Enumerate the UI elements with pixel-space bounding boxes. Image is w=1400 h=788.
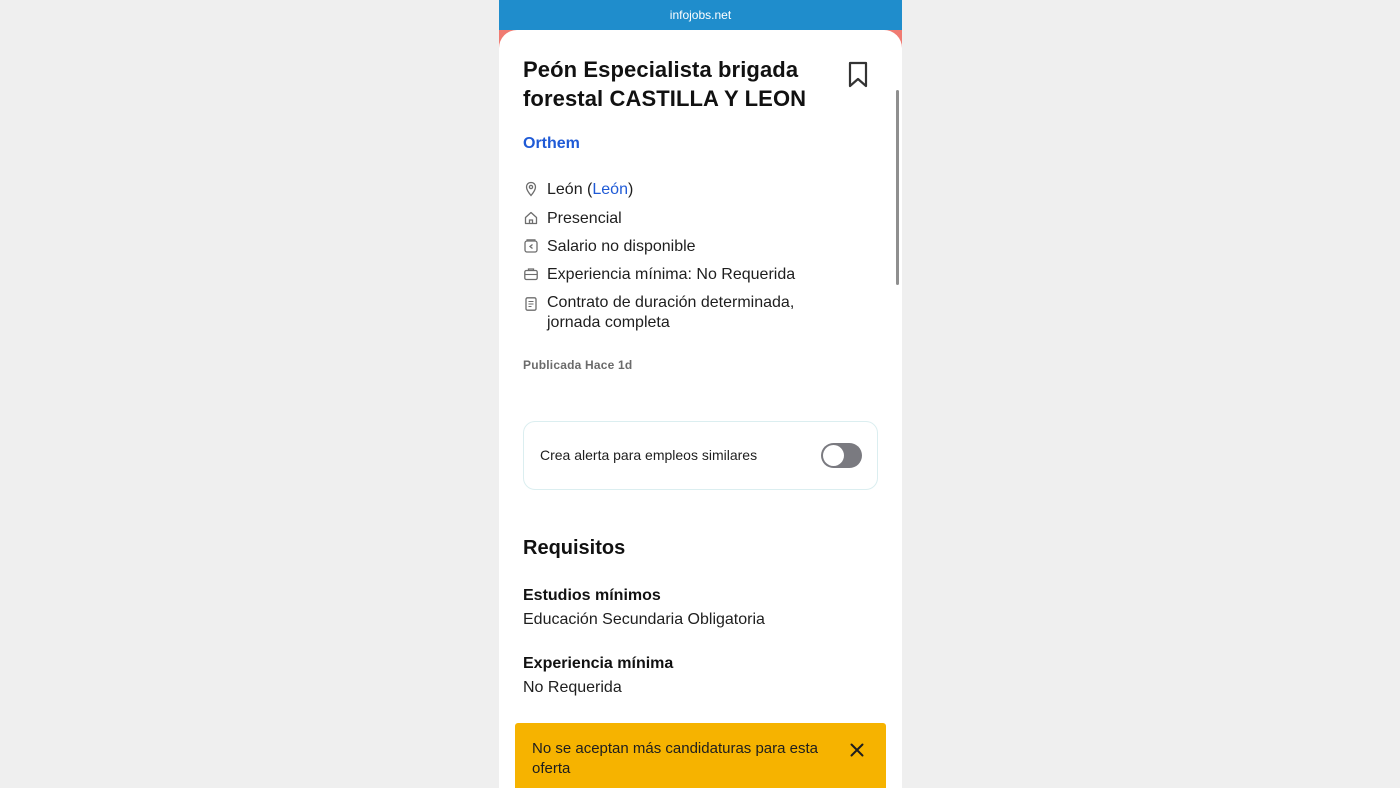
location-text: León (León) [547,181,634,198]
salary-row: Salario no disponible [523,237,696,257]
requirements-title: Requisitos [523,537,626,559]
education-value: Educación Secundaria Obligatoria [523,611,765,628]
min-experience-value: No Requerida [523,679,622,696]
bookmark-icon[interactable] [847,61,869,89]
browser-url-bar[interactable]: infojobs.net [499,0,902,30]
job-alert-label: Crea alerta para empleos similares [540,447,758,463]
close-icon[interactable] [849,742,865,758]
education-label: Estudios mínimos [523,587,661,604]
job-alert-toggle[interactable] [821,443,862,468]
modality-row: Presencial [523,209,622,229]
contract-line-2: jornada completa [547,314,670,331]
scrollbar[interactable] [896,90,899,285]
modality-text: Presencial [547,210,622,227]
briefcase-icon [524,268,538,281]
closed-offer-message: No se aceptan más candidaturas para esta… [532,740,819,777]
location-province-link[interactable]: León [592,181,628,198]
wallet-icon [524,239,538,253]
home-icon [524,211,538,225]
closed-offer-banner: No se aceptan más candidaturas para esta… [515,723,886,788]
job-alert-box: Crea alerta para empleos similares [523,421,878,490]
min-experience-label: Experiencia mínima [523,655,674,672]
location-city: León [547,181,583,198]
company-link[interactable]: Orthem [523,135,580,153]
location-row: León (León) [523,180,633,200]
experience-row: Experiencia mínima: No Requerida [523,265,795,285]
contract-line-1: Contrato de duración determinada, [547,294,795,311]
phone-screen: infojobs.net Peón Especialista brigada f… [499,0,902,788]
location-pin-icon [525,181,537,197]
document-icon [525,297,537,311]
experience-text: Experiencia mínima: No Requerida [547,266,796,283]
contract-row: Contrato de duración determinada, jornada… [523,293,794,333]
published-date: Publicada Hace 1d [523,358,633,372]
salary-text: Salario no disponible [547,238,696,255]
job-title: Peón Especialista brigada forestal CASTI… [523,57,807,111]
contract-text: Contrato de duración determinada, jornada… [547,293,794,333]
toggle-knob [823,445,844,466]
job-detail-card: Peón Especialista brigada forestal CASTI… [499,30,902,788]
